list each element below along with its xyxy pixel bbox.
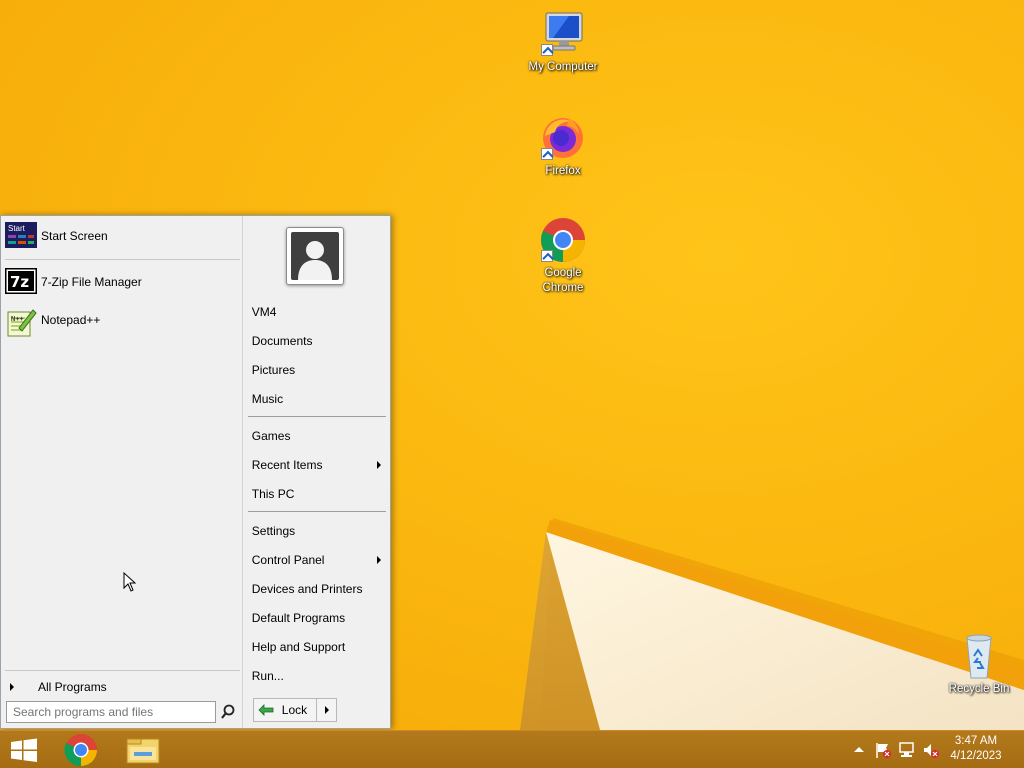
file-explorer-icon — [126, 738, 160, 764]
start-menu-places-pane: VM4 Documents Pictures Music Games Recen… — [242, 216, 390, 728]
user-avatar[interactable] — [285, 227, 344, 285]
menu-item-settings[interactable]: Settings — [243, 517, 389, 545]
show-hidden-icons-arrow[interactable] — [850, 741, 868, 759]
menu-item-control-panel[interactable]: Control Panel — [243, 546, 389, 574]
menu-item-pictures[interactable]: Pictures — [243, 356, 389, 384]
desktop-icon-my-computer[interactable]: My Computer — [518, 10, 608, 75]
menu-item-documents[interactable]: Documents — [243, 327, 389, 355]
chrome-icon — [64, 734, 97, 767]
desktop-icon-google-chrome[interactable]: Google Chrome — [518, 216, 608, 296]
svg-text:N++: N++ — [11, 315, 24, 323]
menu-item-this-pc[interactable]: This PC — [243, 480, 389, 508]
desktop-icon-recycle-bin[interactable]: Recycle Bin — [934, 632, 1024, 697]
taskbar-chrome-button[interactable] — [58, 731, 104, 768]
separator — [247, 511, 386, 512]
start-item-7zip[interactable]: 7z 7-Zip File Manager — [1, 266, 243, 298]
menu-item-help-and-support[interactable]: Help and Support — [243, 633, 389, 661]
lock-button[interactable]: Lock — [254, 699, 316, 721]
start-item-label: Notepad++ — [41, 313, 101, 327]
start-item-label: Start Screen — [41, 229, 108, 243]
start-icon-text: Start — [8, 224, 26, 233]
network-icon[interactable] — [898, 741, 916, 759]
separator — [5, 259, 240, 260]
taskbar: 3:47 AM 4/12/2023 — [0, 730, 1024, 768]
submenu-arrow-icon — [376, 556, 381, 564]
start-menu-programs-pane: Start Start Screen 7z 7-Zip File Manager… — [1, 216, 243, 728]
shortcut-arrow-icon — [541, 250, 553, 262]
desktop-icon-label: Recycle Bin — [948, 683, 1010, 695]
menu-item-devices-and-printers[interactable]: Devices and Printers — [243, 575, 389, 603]
taskbar-file-explorer-button[interactable] — [120, 731, 166, 768]
windows-start-icon — [11, 738, 37, 762]
shutdown-options-arrow[interactable] — [315, 699, 336, 721]
action-center-flag-icon[interactable] — [874, 741, 892, 759]
all-programs-label: All Programs — [38, 680, 107, 694]
all-programs-button[interactable]: All Programs — [1, 677, 243, 697]
desktop-icon-label: My Computer — [528, 61, 598, 73]
separator — [5, 670, 240, 671]
desktop-icon-firefox[interactable]: Firefox — [518, 114, 608, 179]
mouse-cursor-icon — [123, 572, 137, 592]
desktop-icon-label: Firefox — [545, 165, 581, 177]
menu-item-label: Control Panel — [251, 553, 325, 567]
submenu-arrow-icon — [376, 461, 381, 469]
desktop-icon-label: Google Chrome — [542, 267, 584, 294]
notepadpp-icon: N++ — [5, 306, 37, 337]
search-icon[interactable] — [219, 703, 237, 721]
volume-muted-icon[interactable] — [922, 741, 940, 759]
monitor-icon — [539, 10, 587, 58]
shortcut-arrow-icon — [541, 44, 553, 56]
user-silhouette-icon — [297, 241, 332, 280]
start-item-start-screen[interactable]: Start Start Screen — [1, 220, 243, 252]
windows-start-button[interactable] — [0, 731, 48, 768]
menu-item-user-folder[interactable]: VM4 — [243, 298, 389, 326]
7zip-icon: 7z — [4, 267, 38, 296]
start-item-notepadpp[interactable]: N++ Notepad++ — [1, 304, 243, 337]
shortcut-arrow-icon — [541, 148, 553, 160]
start-item-label: 7-Zip File Manager — [41, 275, 142, 289]
chrome-icon — [539, 216, 587, 264]
start-menu: Start Start Screen 7z 7-Zip File Manager… — [0, 215, 391, 729]
clock-time: 3:47 AM — [954, 735, 998, 747]
menu-item-recent-items[interactable]: Recent Items — [243, 451, 389, 479]
separator — [247, 416, 386, 417]
7zip-icon-text: 7z — [10, 273, 29, 291]
menu-item-label: Recent Items — [251, 458, 323, 472]
expand-arrow-icon — [10, 683, 14, 691]
lock-label: Lock — [281, 703, 308, 717]
menu-item-music[interactable]: Music — [243, 385, 389, 413]
menu-item-run[interactable]: Run... — [243, 662, 389, 690]
menu-item-default-programs[interactable]: Default Programs — [243, 604, 389, 632]
start-screen-icon: Start — [5, 222, 37, 250]
lock-icon — [258, 703, 274, 717]
firefox-icon — [539, 114, 587, 162]
system-clock[interactable]: 3:47 AM 4/12/2023 — [944, 734, 1008, 764]
lock-button-group: Lock — [252, 698, 337, 722]
clock-date: 4/12/2023 — [950, 750, 1002, 762]
search-input[interactable] — [6, 701, 216, 723]
recycle-bin-icon — [955, 632, 1003, 680]
menu-item-games[interactable]: Games — [243, 422, 389, 450]
